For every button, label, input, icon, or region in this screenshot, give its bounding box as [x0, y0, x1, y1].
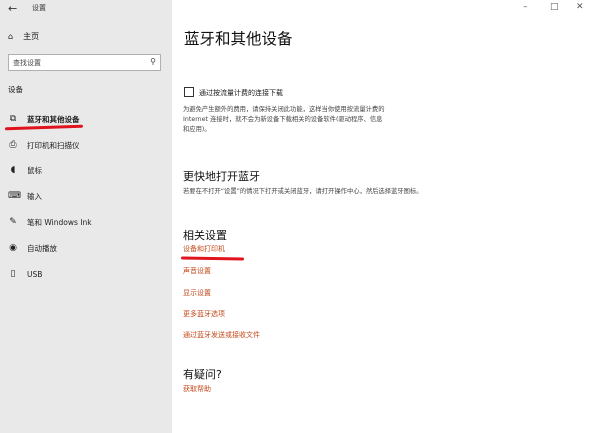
sidebar-item-label: USB — [27, 269, 43, 279]
sidebar-item-typing[interactable]: ⌨ 输入 — [8, 189, 42, 203]
metered-checkbox[interactable] — [184, 87, 194, 97]
sidebar-item-printers[interactable]: ⎙ 打印机和扫描仪 — [8, 138, 80, 152]
sidebar-item-autoplay[interactable]: ◉ 自动播放 — [8, 241, 57, 255]
sidebar: ← 设置 ⌂ 主页 查找设置 ⚲ 设备 ⧉ 蓝牙和其他设备 ⎙ 打印机和扫描仪 … — [0, 0, 172, 433]
sidebar-item-label: 鼠标 — [27, 165, 42, 175]
main-content — [172, 0, 589, 433]
devices-printers-link[interactable]: 设备和打印机 — [183, 244, 225, 254]
bluetooth-devices-icon: ⧉ — [9, 114, 17, 124]
window-title: 设置 — [32, 4, 46, 12]
autoplay-icon: ◉ — [9, 243, 17, 253]
minimize-button[interactable]: – — [523, 2, 528, 12]
sound-settings-link[interactable]: 声音设置 — [183, 266, 211, 276]
section-label: 设备 — [8, 85, 23, 94]
search-icon[interactable]: ⚲ — [150, 57, 156, 66]
metered-description-line: Internet 连接时，就不会为新设备下载相关的设备软件(驱动程序、信息 — [183, 116, 383, 123]
page-title: 蓝牙和其他设备 — [184, 30, 293, 48]
home-nav-item[interactable]: ⌂ 主页 — [8, 31, 39, 42]
quick-bluetooth-heading: 更快地打开蓝牙 — [183, 170, 260, 183]
printer-icon: ⎙ — [9, 140, 17, 150]
get-help-link[interactable]: 获取帮助 — [183, 384, 211, 394]
mouse-icon: ◖ — [10, 165, 16, 175]
sidebar-item-mouse[interactable]: ◖ 鼠标 — [8, 163, 42, 177]
keyboard-icon: ⌨ — [8, 191, 21, 201]
search-input[interactable]: 查找设置 ⚲ — [8, 54, 161, 71]
quick-bluetooth-description: 若要在不打开“设置”的情况下打开或关闭蓝牙，请打开操作中心，然后选择蓝牙图标。 — [183, 188, 423, 195]
sidebar-item-label: 输入 — [27, 191, 42, 201]
home-label: 主页 — [23, 32, 40, 41]
close-button[interactable]: ✕ — [576, 2, 584, 12]
help-heading: 有疑问? — [183, 368, 222, 381]
sidebar-item-pen[interactable]: ✎ 笔和 Windows Ink — [8, 215, 92, 229]
sidebar-item-bluetooth[interactable]: ⧉ 蓝牙和其他设备 — [8, 112, 80, 126]
usb-icon: ▯ — [10, 269, 16, 279]
sidebar-item-label: 蓝牙和其他设备 — [27, 114, 80, 124]
send-receive-files-link[interactable]: 通过蓝牙发送或接收文件 — [183, 330, 260, 340]
maximize-button[interactable]: □ — [550, 2, 559, 12]
sidebar-item-label: 笔和 Windows Ink — [27, 217, 92, 227]
back-arrow-icon[interactable]: ← — [8, 2, 17, 15]
related-settings-heading: 相关设置 — [183, 229, 227, 242]
more-bluetooth-options-link[interactable]: 更多蓝牙选项 — [183, 309, 225, 319]
display-settings-link[interactable]: 显示设置 — [183, 288, 211, 298]
metered-checkbox-label: 通过按流量计费的连接下载 — [199, 89, 283, 97]
sidebar-item-label: 自动播放 — [27, 243, 57, 253]
sidebar-item-label: 打印机和扫描仪 — [27, 140, 80, 150]
pen-icon: ✎ — [9, 217, 17, 227]
metered-description-line: 和应用)。 — [183, 126, 211, 133]
metered-description-line: 为避免产生额外的费用，请保持关闭此功能，这样当你使用按流量计费的 — [183, 106, 385, 113]
search-placeholder: 查找设置 — [13, 59, 41, 67]
sidebar-item-usb[interactable]: ▯ USB — [8, 267, 43, 281]
home-icon: ⌂ — [8, 32, 14, 41]
